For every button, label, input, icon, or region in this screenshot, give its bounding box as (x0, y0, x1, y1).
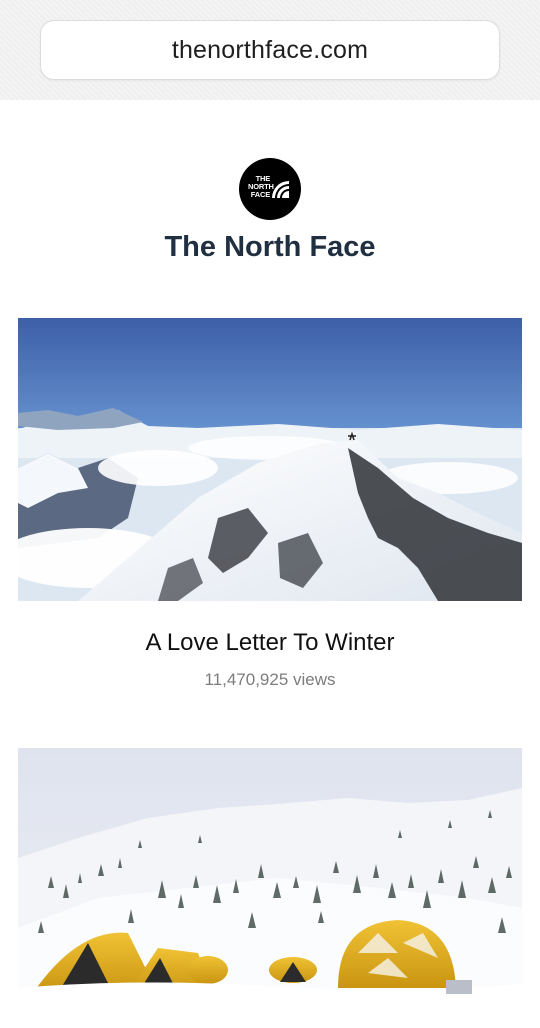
url-field[interactable]: thenorthface.com (40, 20, 500, 80)
video-thumbnail-mountain[interactable] (18, 318, 522, 601)
channel-header: THE NORTH FACE The North Face (0, 158, 540, 264)
channel-name: The North Face (164, 231, 376, 263)
video-thumbnail-tents[interactable] (18, 748, 522, 1028)
browser-bar: thenorthface.com (0, 0, 540, 100)
north-face-logo[interactable]: THE NORTH FACE (239, 158, 301, 220)
video-card[interactable] (18, 318, 522, 601)
video-title[interactable]: A Love Letter To Winter (0, 629, 540, 657)
video-card[interactable] (18, 748, 522, 1028)
url-text: thenorthface.com (171, 35, 369, 64)
half-dome-icon (272, 181, 289, 198)
video-views: 11,470,925 views (204, 670, 336, 689)
logo-wordmark: THE NORTH FACE (248, 174, 274, 199)
